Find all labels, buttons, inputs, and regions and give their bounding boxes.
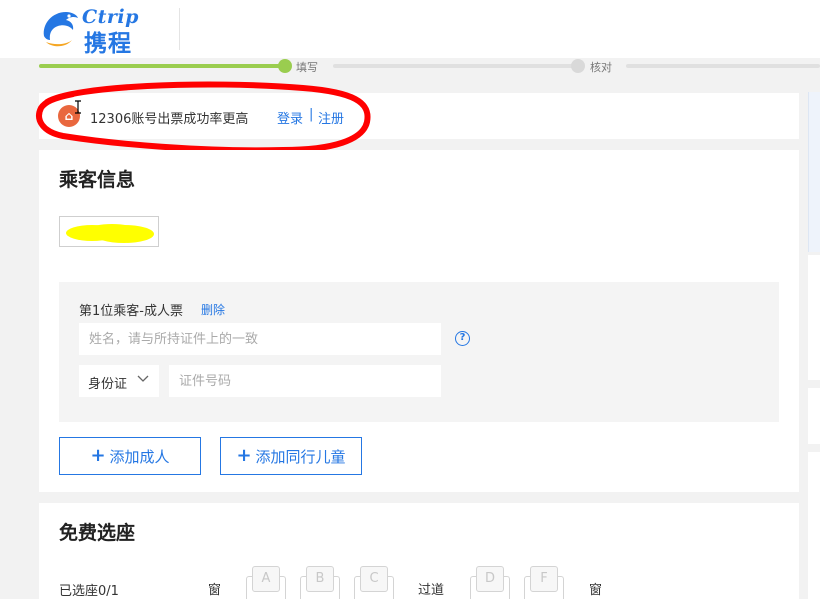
side-panel-edge [808, 92, 820, 252]
name-input[interactable] [79, 323, 441, 355]
passenger-section-title: 乘客信息 [59, 169, 136, 191]
passenger-1-label: 第1位乘客-成人票 [79, 304, 183, 319]
chevron-down-icon [137, 375, 149, 382]
seat-letter: A [252, 566, 280, 592]
ctrip-logo[interactable]: Ctrip 携程 [38, 6, 158, 57]
dolphin-icon [43, 12, 78, 47]
progress-bar-pending-2 [626, 64, 820, 68]
plus-icon: + [236, 445, 252, 466]
seat-c[interactable]: C [354, 563, 394, 599]
seat-letter: D [476, 566, 504, 592]
id-number-input[interactable] [169, 365, 441, 397]
seat-letter: F [530, 566, 558, 592]
seat-d[interactable]: D [470, 563, 510, 599]
add-adult-label: 添加成人 [109, 447, 170, 466]
add-adult-button[interactable]: + 添加成人 [59, 437, 201, 475]
progress-step-fill-dot [278, 59, 292, 73]
seat-count: 已选座0/1 [59, 584, 119, 599]
progress-bar-complete [39, 64, 285, 68]
banner-text: 12306账号出票成功率更高 [90, 112, 249, 127]
add-child-label: 添加同行儿童 [255, 447, 346, 466]
seat-letter: B [306, 566, 334, 592]
header-divider [179, 8, 180, 50]
side-card-edge [808, 255, 820, 380]
delete-passenger-link[interactable]: 删除 [201, 301, 225, 318]
register-link[interactable]: 注册 [318, 108, 344, 127]
progress-bar-pending [333, 64, 573, 68]
redaction-highlight [66, 224, 154, 243]
plus-icon: + [90, 445, 106, 466]
logo-text-cn: 携程 [84, 31, 132, 57]
id-type-select[interactable]: 身份证 [79, 365, 159, 397]
seat-a[interactable]: A [246, 563, 286, 599]
link-separator: | [309, 107, 314, 122]
progress-step-fill-label: 填写 [296, 61, 318, 74]
seat-section-title: 免费选座 [59, 522, 136, 544]
side-card-edge [808, 452, 820, 599]
window-label-right: 窗 [589, 583, 603, 598]
site-header: Ctrip 携程 [0, 0, 820, 58]
side-card-edge [808, 388, 820, 444]
id-type-value: 身份证 [88, 377, 128, 392]
aisle-label: 过道 [418, 583, 445, 598]
window-label-left: 窗 [208, 583, 222, 598]
seat-b[interactable]: B [300, 563, 340, 599]
add-child-button[interactable]: + 添加同行儿童 [220, 437, 362, 475]
help-icon[interactable]: ? [455, 331, 470, 346]
login-link[interactable]: 登录 [277, 108, 303, 127]
railway-12306-icon: ⌂ [58, 105, 80, 127]
seat-f[interactable]: F [524, 563, 564, 599]
saved-passenger-chip[interactable] [59, 216, 159, 247]
seat-letter: C [360, 566, 388, 592]
progress-step-check-label: 核对 [590, 61, 612, 74]
progress-step-check-dot [571, 59, 585, 73]
